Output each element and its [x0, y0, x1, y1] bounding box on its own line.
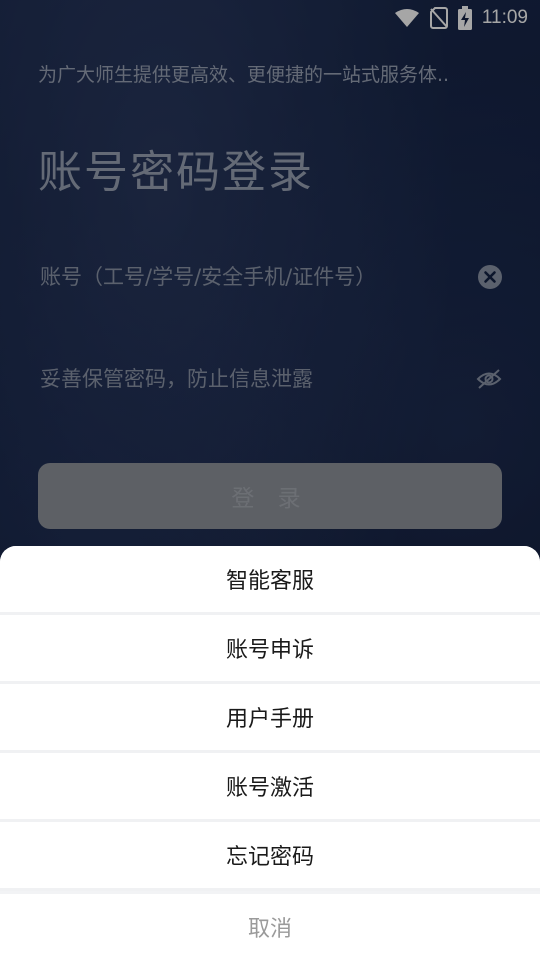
cancel-button[interactable]: 取消 — [0, 894, 540, 960]
sheet-item-account-activation[interactable]: 账号激活 — [0, 753, 540, 822]
sheet-item-forgot-password[interactable]: 忘记密码 — [0, 822, 540, 891]
login-screen: 11:09 为广大师生提供更高效、更便捷的一站式服务体.. 账号密码登录 登 录… — [0, 0, 540, 960]
sheet-item-user-manual[interactable]: 用户手册 — [0, 684, 540, 753]
sheet-item-smart-service[interactable]: 智能客服 — [0, 546, 540, 615]
sheet-item-account-appeal[interactable]: 账号申诉 — [0, 615, 540, 684]
action-sheet: 智能客服 账号申诉 用户手册 账号激活 忘记密码 取消 — [0, 546, 540, 960]
